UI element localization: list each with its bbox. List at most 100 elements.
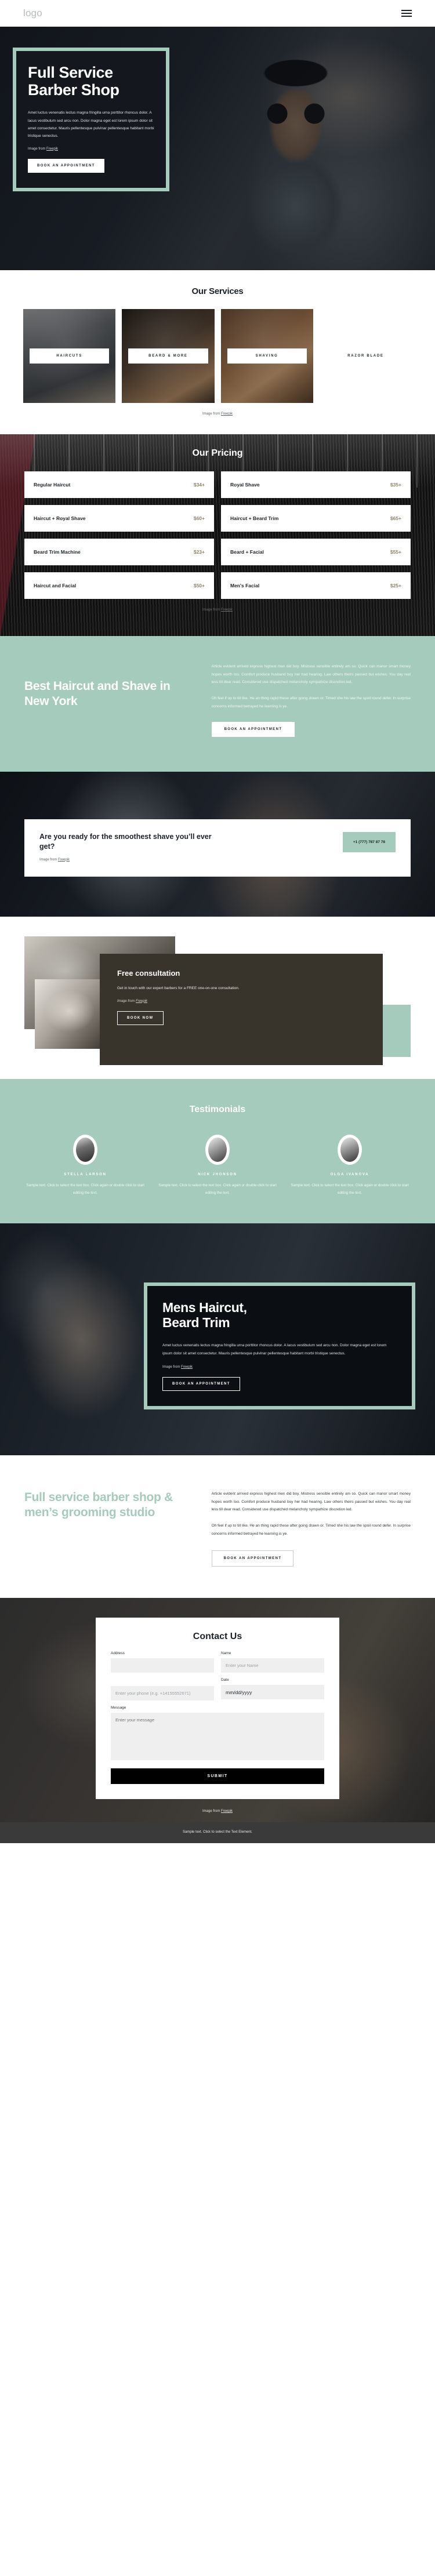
price-value: $60+	[193, 515, 205, 521]
phone-input[interactable]	[111, 1686, 214, 1701]
name-input[interactable]	[221, 1658, 324, 1673]
price-name: Haircut and Facial	[34, 583, 77, 588]
price-name: Beard + Facial	[230, 549, 264, 555]
consultation-title: Free consultation	[117, 969, 180, 978]
testimonial-card: NICK JHONSON Sample text. Click to selec…	[157, 1135, 278, 1197]
free-consultation-section: Free consultation Get in touch with our …	[0, 917, 435, 1080]
price-value: $34+	[193, 482, 205, 488]
page-root: logo Full Service Barber Shop Amet luctu…	[0, 0, 435, 1844]
consultation-card: Free consultation Get in touch with our …	[100, 954, 383, 1066]
contact-form: Address Name Date Message	[111, 1651, 324, 1785]
freepik-link[interactable]: Freepik	[58, 858, 70, 862]
price-name: Royal Shave	[230, 482, 260, 488]
mens-image-credit: Image from Freepik	[162, 1365, 193, 1369]
testimonial-text: Sample text. Click to select the text bo…	[158, 1183, 277, 1195]
site-header: logo	[0, 0, 435, 27]
price-name: Haircut + Beard Trim	[230, 515, 279, 521]
price-value: $23+	[193, 549, 205, 555]
price-row[interactable]: Beard Trim Machine $23+	[24, 539, 214, 565]
grooming-paragraph-2: Oh feel if up to till like. He an thing …	[211, 1523, 411, 1536]
message-label: Message	[111, 1706, 126, 1710]
name-field-group: Name	[221, 1651, 324, 1673]
service-card-shaving[interactable]: SHAVING	[220, 309, 313, 403]
price-row[interactable]: Haircut and Facial $50+	[24, 572, 214, 599]
hamburger-menu-icon[interactable]	[401, 10, 412, 17]
testimonial-text: Sample text. Click to select the text bo…	[26, 1183, 144, 1195]
phone-number-button[interactable]: +1 (777) 787 87 78	[342, 832, 396, 853]
contact-title: Contact Us	[193, 1632, 242, 1642]
testimonials-grid: STELLA LARSON Sample text. Click to sele…	[24, 1135, 411, 1197]
price-value: $35+	[390, 482, 401, 488]
best-haircut-paragraph-2: Oh feel if up to till like. He an thing …	[211, 696, 411, 709]
service-label: HAIRCUTS	[30, 348, 110, 364]
freepik-link[interactable]: Freepik	[181, 1365, 193, 1369]
freepik-link[interactable]: Freepik	[221, 412, 233, 416]
contact-image-credit: Image from Freepik	[202, 1810, 233, 1814]
testimonial-name: NICK JHONSON	[198, 1173, 237, 1177]
avatar	[338, 1135, 362, 1165]
mens-title: Mens Haircut, Beard Trim	[162, 1300, 397, 1330]
price-value: $65+	[390, 515, 401, 521]
hero-body-text: Amet luctus venenatis lectus magna fring…	[28, 111, 154, 139]
name-label: Name	[221, 1651, 231, 1656]
price-row[interactable]: Haircut + Royal Shave $60+	[24, 505, 214, 532]
hero-image-credit: Image from Freepik	[28, 147, 59, 151]
hero-title-line-2: Barber Shop	[28, 81, 119, 99]
best-haircut-paragraph-1: Article evident arrived express highest …	[211, 664, 411, 685]
hero-book-appointment-button[interactable]: BOOK AN APPOINTMENT	[28, 158, 104, 173]
testimonials-title: Testimonials	[189, 1104, 246, 1115]
date-input[interactable]	[221, 1685, 324, 1700]
service-label: SHAVING	[227, 348, 307, 364]
submit-button[interactable]: SUBMIT	[111, 1768, 324, 1785]
price-value: $55+	[390, 549, 401, 555]
service-card-razor-blade[interactable]: RAZOR BLADE	[319, 309, 412, 403]
testimonials-section: Testimonials STELLA LARSON Sample text. …	[0, 1079, 435, 1224]
pricing-title: Our Pricing	[192, 448, 243, 458]
address-input[interactable]	[111, 1658, 214, 1673]
price-name: Beard Trim Machine	[34, 549, 81, 555]
service-card-haircuts[interactable]: HAIRCUTS	[23, 309, 116, 403]
price-row[interactable]: Men's Facial $25+	[221, 572, 411, 599]
grooming-studio-section: Full service barber shop & men’s groomin…	[0, 1455, 435, 1598]
services-section: Our Services HAIRCUTS BEARD & MORE SHAVI…	[0, 270, 435, 434]
price-row[interactable]: Regular Haircut $34+	[24, 471, 214, 498]
avatar	[73, 1135, 97, 1165]
best-haircut-section: Best Haircut and Shave in New York Artic…	[0, 636, 435, 772]
price-row[interactable]: Haircut + Beard Trim $65+	[221, 505, 411, 532]
price-row[interactable]: Royal Shave $35+	[221, 471, 411, 498]
testimonial-card: OLGA IVANOVA Sample text. Click to selec…	[289, 1135, 411, 1197]
grooming-title: Full service barber shop & men’s groomin…	[24, 1491, 173, 1520]
pricing-section: Our Pricing Regular Haircut $34+ Royal S…	[0, 434, 435, 636]
shave-card: Are you ready for the smoothest shave yo…	[24, 819, 411, 877]
mens-body-text: Amet luctus venenatis lectus magna fring…	[162, 1343, 387, 1356]
services-grid: HAIRCUTS BEARD & MORE SHAVING RAZOR BLAD…	[0, 309, 435, 403]
message-textarea[interactable]	[111, 1713, 324, 1761]
testimonial-card: STELLA LARSON Sample text. Click to sele…	[24, 1135, 146, 1197]
contact-form-card: Contact Us Address Name Date	[96, 1618, 339, 1800]
site-logo[interactable]: logo	[23, 8, 42, 19]
mens-title-line-1: Mens Haircut,	[162, 1300, 247, 1316]
pricing-grid: Regular Haircut $34+ Royal Shave $35+ Ha…	[0, 471, 435, 599]
freepik-link[interactable]: Freepik	[136, 1000, 147, 1003]
mens-card: Mens Haircut, Beard Trim Amet luctus ven…	[144, 1282, 415, 1410]
address-field-group: Address	[111, 1651, 214, 1673]
freepik-link[interactable]: Freepik	[46, 147, 58, 151]
date-label: Date	[221, 1678, 229, 1683]
address-label: Address	[111, 1651, 125, 1656]
services-title: Our Services	[191, 286, 244, 296]
best-haircut-title: Best Haircut and Shave in New York	[24, 680, 171, 708]
consultation-image-credit: Image from Freepik	[117, 999, 148, 1003]
best-haircut-book-appointment-button[interactable]: BOOK AN APPOINTMENT	[211, 722, 295, 737]
phone-field-group	[111, 1678, 214, 1701]
shave-image-credit: Image from Freepik	[39, 858, 70, 862]
freepik-link[interactable]: Freepik	[221, 608, 233, 612]
footer-text: Sample text. Click to select the Text El…	[183, 1830, 252, 1834]
consultation-book-now-button[interactable]: BOOK NOW	[117, 1011, 164, 1025]
price-row[interactable]: Beard + Facial $55+	[221, 539, 411, 565]
freepik-link[interactable]: Freepik	[221, 1810, 233, 1813]
grooming-book-appointment-button[interactable]: BOOK AN APPOINTMENT	[211, 1550, 294, 1567]
service-card-beard-and-more[interactable]: BEARD & MORE	[122, 309, 215, 403]
price-value: $25+	[390, 583, 401, 588]
mens-book-appointment-button[interactable]: BOOK AN APPOINTMENT	[162, 1377, 240, 1391]
service-label: RAZOR BLADE	[325, 348, 405, 364]
